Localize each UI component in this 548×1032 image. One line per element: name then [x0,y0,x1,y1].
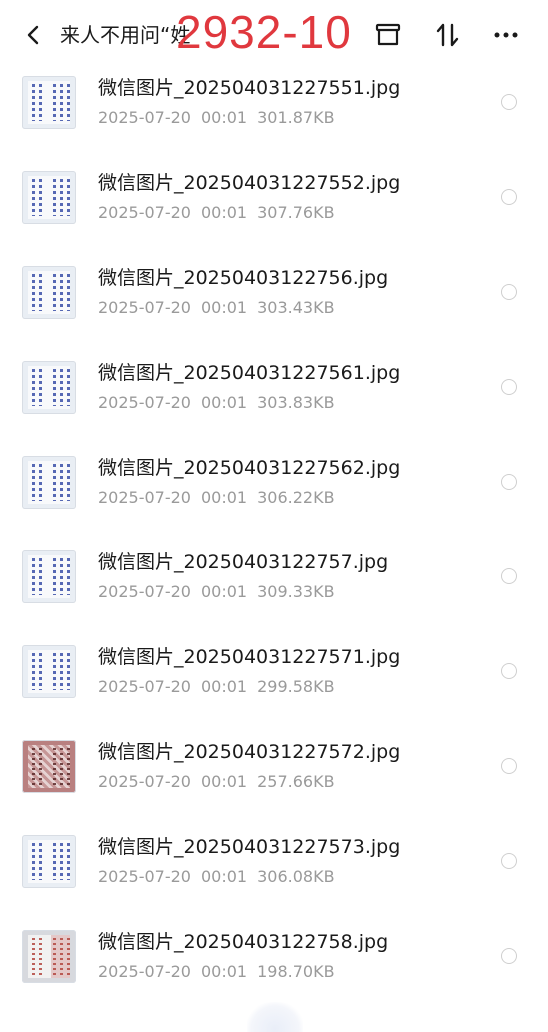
chevron-left-icon [27,25,39,45]
file-thumbnail [22,360,76,414]
file-list-item[interactable]: 微信图片_202504031227552.jpg 2025-07-20 00:01 3… [0,163,548,258]
file-name: 微信图片_202504031227572.jpg [98,741,401,764]
file-name: 微信图片_20250403122758.jpg [98,931,389,954]
file-meta: 2025-07-20 00:01 301.87KB [98,106,335,130]
file-thumbnail [22,740,76,794]
file-thumbnail [22,170,76,224]
sort-arrows-icon [436,23,459,47]
file-list-item[interactable]: 微信图片_202504031227562.jpg 2025-07-20 00:01 3… [0,448,548,543]
file-size: 198.70KB [257,962,335,982]
radio-circle-icon[interactable] [501,378,517,395]
file-time: 00:01 [200,202,248,222]
file-size: 303.43KB [257,297,335,317]
radio-circle-icon[interactable] [501,473,517,490]
radio-circle-icon[interactable] [501,948,517,965]
file-date: 2025-07-20 [98,582,191,602]
radio-circle-icon[interactable] [501,568,517,585]
file-size: 306.22KB [257,487,335,507]
file-size: 299.58KB [257,677,335,697]
file-size: 307.76KB [257,202,335,222]
file-size: 303.83KB [257,392,335,412]
radio-circle-icon[interactable] [501,188,517,205]
file-date: 2025-07-20 [98,487,191,507]
file-meta: 2025-07-20 00:01 198.70KB [98,960,335,984]
radio-circle-icon[interactable] [501,853,517,870]
file-list-item[interactable]: 微信图片_202504031227572.jpg 2025-07-20 00:01 2… [0,732,548,827]
file-name: 微信图片_202504031227571.jpg [98,646,401,669]
file-name: 微信图片_202504031227551.jpg [98,77,401,99]
file-date: 2025-07-20 [98,297,191,317]
file-name: 微信图片_202504031227562.jpg [98,456,401,479]
file-thumbnail [22,930,76,984]
file-time: 00:01 [200,487,248,507]
archive-button[interactable] [372,19,404,51]
overlay-number-label: 2932-10 [176,6,352,58]
file-size: 309.33KB [257,582,335,602]
radio-circle-icon[interactable] [501,663,517,680]
file-meta: 2025-07-20 00:01 299.58KB [98,675,335,699]
file-date: 2025-07-20 [98,108,191,127]
file-meta: 2025-07-20 00:01 306.22KB [98,486,335,510]
file-name: 微信图片_202504031227573.jpg [98,836,401,859]
file-list-item[interactable]: 微信图片_20250403122756.jpg 2025-07-20 00:01 30… [0,258,548,353]
file-name: 微信图片_20250403122757.jpg [98,551,389,574]
file-thumbnail [22,76,76,129]
file-date: 2025-07-20 [98,867,191,887]
file-time: 00:01 [200,867,248,887]
file-time: 00:01 [200,392,248,412]
radio-circle-icon[interactable] [501,94,517,110]
file-meta: 2025-07-20 00:01 303.43KB [98,296,335,320]
file-date: 2025-07-20 [98,772,191,792]
file-list-item[interactable]: 微信图片_202504031227571.jpg 2025-07-20 00:01 2… [0,637,548,732]
file-meta: 2025-07-20 00:01 309.33KB [98,580,335,604]
more-horizontal-icon [494,32,518,38]
file-time: 00:01 [200,582,248,602]
file-list-item[interactable]: 微信图片_202504031227551.jpg 2025-07-20 00:01 3… [0,68,548,163]
radio-circle-icon[interactable] [501,283,517,300]
file-size: 257.66KB [257,772,335,792]
file-thumbnail [22,455,76,509]
file-date: 2025-07-20 [98,962,191,982]
sort-button[interactable] [432,19,464,51]
file-meta: 2025-07-20 00:01 257.66KB [98,770,335,794]
file-size: 306.08KB [257,867,335,887]
file-time: 00:01 [200,297,248,317]
file-time: 00:01 [200,962,248,982]
file-date: 2025-07-20 [98,392,191,412]
file-list-item[interactable]: 微信图片_202504031227561.jpg 2025-07-20 00:01 3… [0,353,548,448]
file-list-item[interactable]: 微信图片_20250403122757.jpg 2025-07-20 00:01 30… [0,542,548,637]
file-time: 00:01 [200,108,248,127]
file-meta: 2025-07-20 00:01 306.08KB [98,865,335,889]
floating-button-edge[interactable] [247,1002,303,1032]
file-date: 2025-07-20 [98,677,191,697]
file-name: 微信图片_20250403122756.jpg [98,266,389,289]
file-meta: 2025-07-20 00:01 307.76KB [98,201,335,225]
file-name: 微信图片_202504031227552.jpg [98,171,401,194]
file-list: 微信图片_202504031227551.jpg 2025-07-20 00:01 3… [0,68,548,1017]
file-date: 2025-07-20 [98,202,191,222]
radio-circle-icon[interactable] [501,758,517,775]
file-size: 301.87KB [257,108,335,127]
back-button[interactable] [20,20,48,50]
archive-box-icon [375,23,401,46]
folder-title: 来人不用问“姓 [60,23,191,47]
top-bar: 来人不用问“姓 2932-10 [0,0,548,68]
file-time: 00:01 [200,677,248,697]
file-thumbnail [22,835,76,889]
file-thumbnail [22,645,76,699]
file-thumbnail [22,265,76,319]
file-name: 微信图片_202504031227561.jpg [98,361,401,384]
file-time: 00:01 [200,772,248,792]
file-meta: 2025-07-20 00:01 303.83KB [98,391,335,415]
more-options-button[interactable] [490,19,522,51]
file-list-item[interactable]: 微信图片_202504031227573.jpg 2025-07-20 00:01 3… [0,827,548,922]
file-thumbnail [22,550,76,604]
